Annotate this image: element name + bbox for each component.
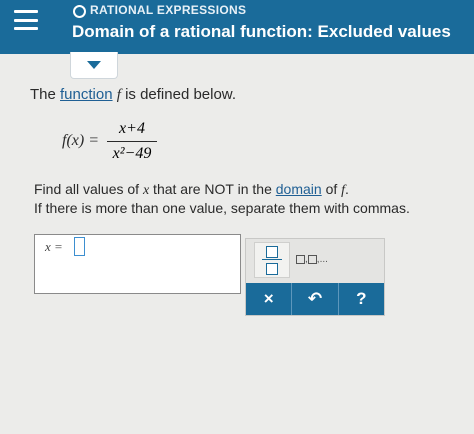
answer-input[interactable] — [74, 237, 85, 256]
fraction-denominator-slot-icon — [266, 263, 278, 275]
list-slot-icon — [307, 254, 317, 264]
collapse-toggle[interactable] — [70, 52, 118, 79]
menu-icon-line — [14, 27, 38, 30]
question-line-2: If there is more than one value, separat… — [34, 200, 410, 216]
fraction-bar — [107, 141, 157, 142]
function-link[interactable]: function — [60, 86, 113, 103]
fraction-bar-icon — [262, 259, 282, 260]
screen: RATIONAL EXPRESSIONS Domain of a rationa… — [0, 0, 474, 434]
header-bar: RATIONAL EXPRESSIONS Domain of a rationa… — [0, 0, 474, 54]
q1-prefix: Find all values of — [34, 181, 143, 197]
menu-icon-line — [14, 18, 38, 22]
topic-circle-icon — [73, 5, 86, 18]
clear-button[interactable]: × — [246, 283, 293, 315]
answer-label: x = — [45, 239, 63, 254]
problem-intro: The function f is defined below. — [30, 86, 236, 104]
function-lhs: f(x) = — [62, 132, 99, 149]
domain-link[interactable]: domain — [276, 181, 322, 197]
fraction-button[interactable] — [254, 242, 290, 278]
help-button[interactable]: ? — [338, 283, 384, 315]
undo-button[interactable]: ↶ — [292, 283, 339, 315]
question-line-1: Find all values of x that are NOT in the… — [34, 181, 349, 199]
menu-icon[interactable] — [14, 10, 38, 30]
menu-icon-line — [14, 10, 38, 13]
keypad-action-row: × ↶ ? — [246, 283, 384, 315]
q1-end: . — [345, 181, 349, 197]
section-label: RATIONAL EXPRESSIONS — [90, 3, 247, 17]
intro-suffix: is defined below. — [120, 86, 236, 103]
function-fraction: x+4 x²−49 — [107, 120, 157, 163]
list-button[interactable]: ,,... — [296, 254, 328, 265]
list-ellipsis: ... — [319, 254, 328, 265]
q1-suffix: of — [321, 181, 342, 197]
q1-mid: that are NOT in the — [149, 181, 276, 197]
page-title: Domain of a rational function: Excluded … — [72, 22, 451, 41]
chevron-down-icon — [87, 61, 101, 69]
list-slot-icon — [296, 254, 305, 264]
fraction-numerator-slot-icon — [266, 246, 278, 258]
function-numerator: x+4 — [119, 120, 145, 137]
math-keypad: ,,... × ↶ ? — [245, 238, 385, 316]
function-denominator: x²−49 — [112, 145, 152, 162]
intro-prefix: The — [30, 86, 61, 103]
answer-box[interactable]: x = — [34, 234, 241, 294]
